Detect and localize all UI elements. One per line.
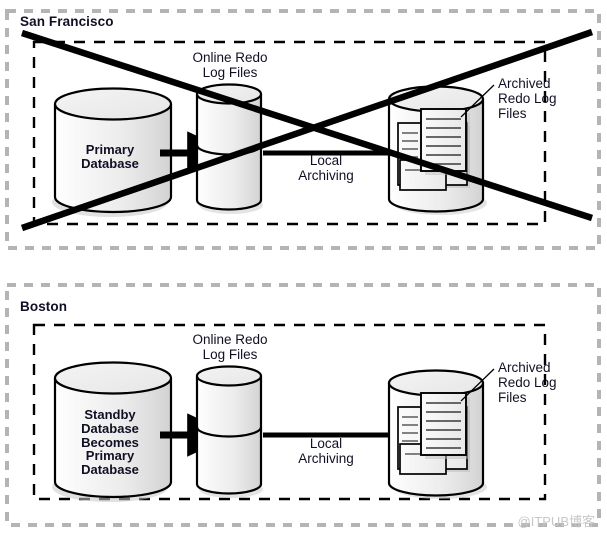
label-primary-database: Primary Database	[81, 142, 139, 171]
archived-redo-log-cylinder-icon-boston	[387, 368, 495, 499]
label-standby-database-becomes-primary-database: Standby Database Becomes Primary Databas…	[81, 407, 139, 478]
caption-online-redo-log-files-boston: Online Redo Log Files	[192, 332, 268, 363]
caption-archived-redo-log-files-boston: Archived Redo Log Files	[498, 360, 557, 406]
caption-archived-redo-log-files-sf: Archived Redo Log Files	[498, 76, 557, 122]
watermark-text: @ITPUB博客	[517, 514, 595, 529]
online-redo-log-cylinder-icon-boston	[195, 365, 263, 498]
caption-online-redo-log-files-sf: Online Redo Log Files	[192, 50, 268, 81]
edge-label-local-archiving-sf: Local Archiving	[298, 153, 354, 184]
region-title-boston: Boston	[20, 299, 68, 314]
region-title-san-francisco: San Francisco	[20, 14, 114, 29]
diagram-canvas: San Francisco Online Redo Log Files Prim…	[0, 0, 607, 536]
edge-label-local-archiving-boston: Local Archiving	[298, 436, 354, 467]
archived-redo-log-cylinder-icon-sf	[387, 84, 495, 215]
